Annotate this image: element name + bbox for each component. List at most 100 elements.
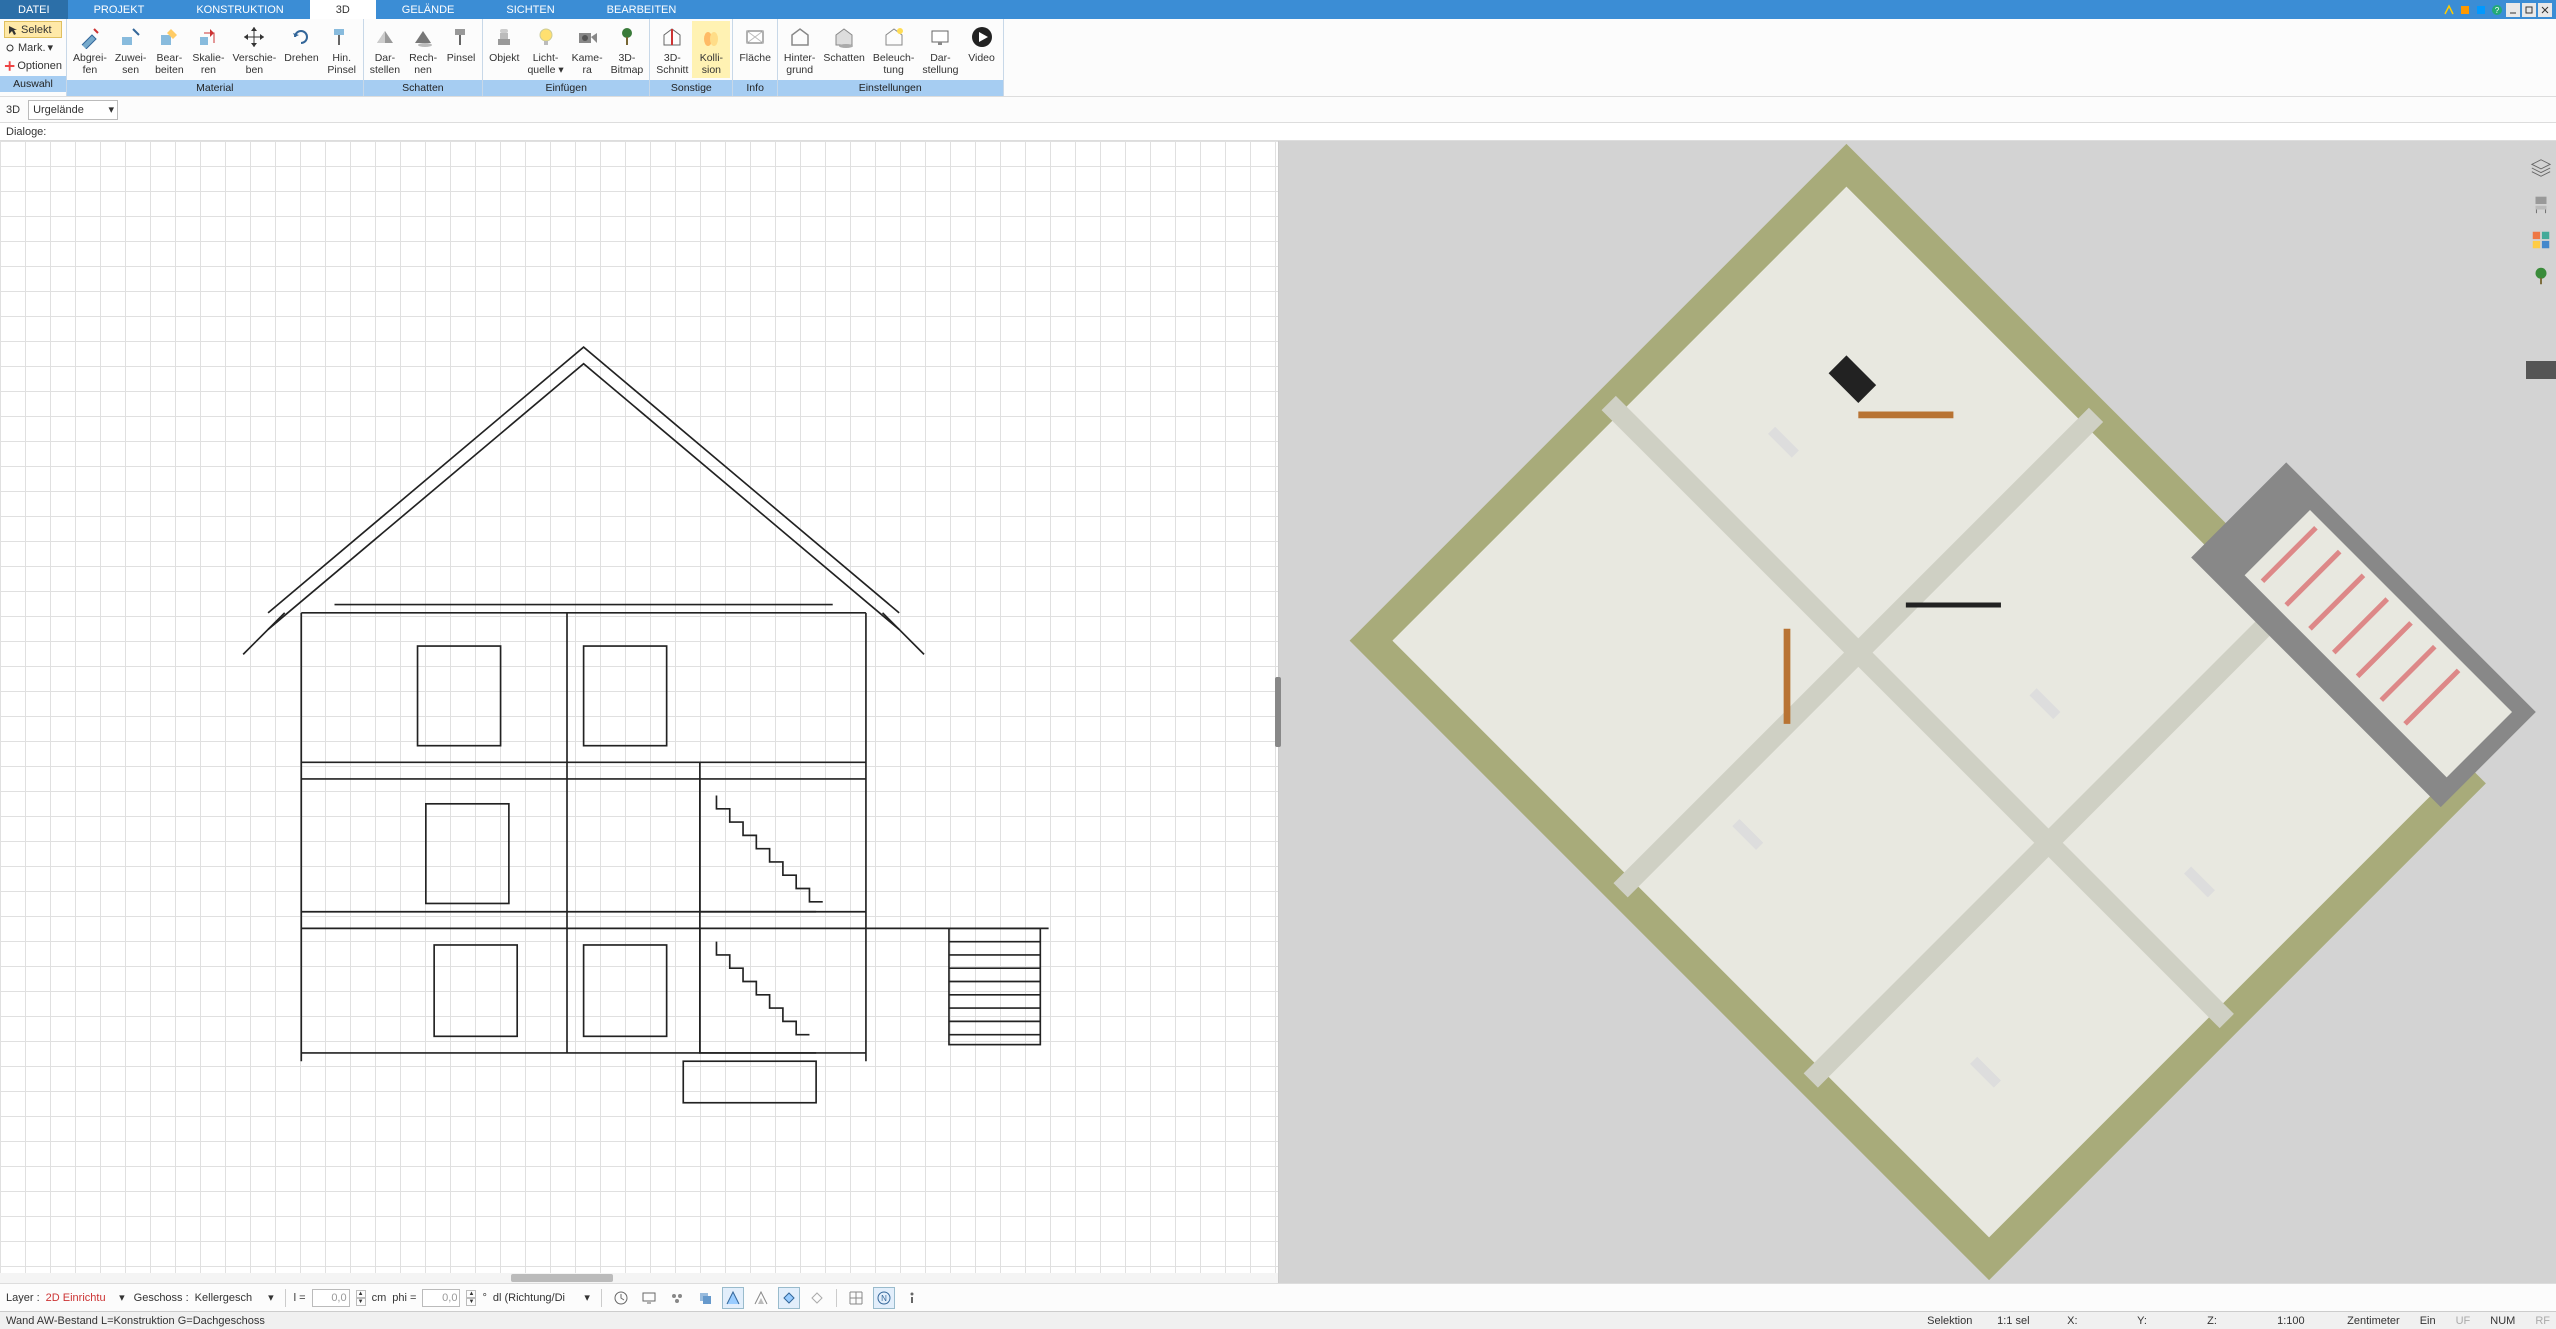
clock-icon[interactable] xyxy=(610,1287,632,1309)
snap4-icon[interactable] xyxy=(806,1287,828,1309)
bitmap3d-button[interactable]: 3D- Bitmap xyxy=(607,21,648,78)
rechnen-button[interactable]: Rech- nen xyxy=(404,21,442,78)
group-label-material: Material xyxy=(67,80,363,96)
darstellung-button[interactable]: Dar- stellung xyxy=(918,21,962,78)
grid-icon[interactable] xyxy=(845,1287,867,1309)
optionen-button[interactable]: Optionen xyxy=(4,57,62,74)
minimize-button[interactable] xyxy=(2506,3,2520,17)
pinsel-button[interactable]: Pinsel xyxy=(442,21,480,66)
menu-tab-datei[interactable]: DATEI xyxy=(0,0,68,19)
selekt-label: Selekt xyxy=(21,24,52,36)
snap3-icon[interactable] xyxy=(778,1287,800,1309)
mode-label: 3D xyxy=(6,104,20,116)
kollision-button[interactable]: Kolli- sion xyxy=(692,21,730,78)
zuweisen-button[interactable]: Zuwei- sen xyxy=(111,21,151,78)
group-label-info: Info xyxy=(733,80,777,96)
side-panel xyxy=(2526,141,2556,379)
schatten-einst-button[interactable]: Schatten xyxy=(819,21,868,66)
menu-bar: DATEI PROJEKT KONSTRUKTION 3D GELÄNDE SI… xyxy=(0,0,2556,19)
hintergrund-button[interactable]: Hinter- grund xyxy=(780,21,820,78)
layers-icon[interactable] xyxy=(2530,157,2552,179)
phi-input[interactable] xyxy=(422,1289,460,1307)
chevron-down-icon: ▾ xyxy=(268,1291,274,1304)
panel-handle[interactable] xyxy=(2526,361,2556,379)
layer-combo[interactable]: Urgelände ▾ xyxy=(28,100,118,120)
ribbon-group-material: Abgrei- fen Zuwei- sen Bear- beiten Skal… xyxy=(67,19,364,96)
menu-tab-projekt[interactable]: PROJEKT xyxy=(68,0,171,19)
menu-tab-3d[interactable]: 3D xyxy=(310,0,376,19)
abgreifen-button[interactable]: Abgrei- fen xyxy=(69,21,111,78)
group-label-auswahl: Auswahl xyxy=(0,76,66,92)
horizontal-scrollbar[interactable] xyxy=(0,1273,1278,1283)
help-icon[interactable]: ? xyxy=(2490,3,2504,17)
ribbon-group-schatten: Dar- stellen Rech- nen Pinsel Schatten xyxy=(364,19,483,96)
dl-select[interactable]: dl (Richtung/Di▾ xyxy=(493,1292,593,1304)
tool-icon-2[interactable] xyxy=(2458,3,2472,17)
tool-icon-3[interactable] xyxy=(2474,3,2488,17)
tool-icon-1[interactable] xyxy=(2442,3,2456,17)
layer-label: Layer : xyxy=(6,1292,40,1304)
info-icon[interactable] xyxy=(901,1287,923,1309)
north-icon[interactable]: N xyxy=(873,1287,895,1309)
objekt-button[interactable]: Objekt xyxy=(485,21,523,66)
darstellen-button[interactable]: Dar- stellen xyxy=(366,21,404,78)
menu-tab-sichten[interactable]: SICHTEN xyxy=(480,0,580,19)
mark-button[interactable]: Mark. ▾ xyxy=(4,39,62,56)
beleuchtung-button[interactable]: Beleuch- tung xyxy=(869,21,918,78)
ribbon-group-info: Fläche Info xyxy=(733,19,778,96)
hinpinsel-button[interactable]: Hin. Pinsel xyxy=(323,21,361,78)
status-num: NUM xyxy=(2490,1315,2515,1327)
skalieren-button[interactable]: Skalie- ren xyxy=(188,21,228,78)
view-2d[interactable] xyxy=(0,141,1279,1283)
schnitt3d-button[interactable]: 3D- Schnitt xyxy=(652,21,692,78)
phi-label: phi = xyxy=(392,1292,416,1304)
menu-tab-gelaende[interactable]: GELÄNDE xyxy=(376,0,481,19)
phi-spinner[interactable]: ▲▼ xyxy=(466,1290,476,1306)
screen-icon[interactable] xyxy=(638,1287,660,1309)
l-label: l = xyxy=(294,1292,306,1304)
svg-text:N: N xyxy=(881,1294,887,1303)
verschieben-button[interactable]: Verschie- ben xyxy=(228,21,280,78)
flaeche-button[interactable]: Fläche xyxy=(735,21,775,66)
sub-toolbar: 3D Urgelände ▾ xyxy=(0,97,2556,123)
ribbon-group-einstellungen: Hinter- grund Schatten Beleuch- tung Dar… xyxy=(778,19,1004,96)
lichtquelle-button[interactable]: Licht- quelle ▾ xyxy=(523,21,567,78)
l-input[interactable] xyxy=(312,1289,350,1307)
snap1-icon[interactable] xyxy=(722,1287,744,1309)
status-unit: Zentimeter xyxy=(2347,1315,2400,1327)
ribbon-group-auswahl: Selekt Mark. ▾ Optionen Auswahl xyxy=(0,19,67,96)
mark-label: Mark. xyxy=(18,42,46,54)
geschoss-label: Geschoss : xyxy=(134,1292,189,1304)
dialoge-label: Dialoge: xyxy=(6,126,46,138)
bearbeiten-button[interactable]: Bear- beiten xyxy=(150,21,188,78)
ribbon-group-einfuegen: Objekt Licht- quelle ▾ Kame- ra 3D- Bitm… xyxy=(483,19,650,96)
menu-tab-konstruktion[interactable]: KONSTRUKTION xyxy=(170,0,309,19)
palette-icon[interactable] xyxy=(2530,229,2552,251)
status-uf: UF xyxy=(2456,1315,2471,1327)
l-spinner[interactable]: ▲▼ xyxy=(356,1290,366,1306)
group-icon[interactable] xyxy=(666,1287,688,1309)
snap2-icon[interactable] xyxy=(750,1287,772,1309)
tree-icon[interactable] xyxy=(2530,265,2552,287)
status-left: Wand AW-Bestand L=Konstruktion G=Dachges… xyxy=(6,1315,265,1327)
drehen-button[interactable]: Drehen xyxy=(280,21,322,66)
workspace xyxy=(0,141,2556,1283)
status-rf: RF xyxy=(2535,1315,2550,1327)
selekt-button[interactable]: Selekt xyxy=(4,21,62,38)
video-button[interactable]: Video xyxy=(963,21,1001,66)
group-label-einstellungen: Einstellungen xyxy=(778,80,1003,96)
geschoss-select[interactable]: Kellergesch▾ xyxy=(195,1292,277,1304)
maximize-button[interactable] xyxy=(2522,3,2536,17)
copy-icon[interactable] xyxy=(694,1287,716,1309)
kamera-button[interactable]: Kame- ra xyxy=(568,21,607,78)
status-sel-ratio: 1:1 sel xyxy=(1997,1315,2047,1327)
chevron-down-icon: ▾ xyxy=(109,103,115,116)
view-splitter[interactable] xyxy=(1275,677,1281,747)
svg-text:?: ? xyxy=(2495,6,2500,15)
menu-tab-bearbeiten[interactable]: BEARBEITEN xyxy=(581,0,703,19)
view-3d[interactable] xyxy=(1279,141,2556,1283)
layer-select[interactable]: 2D Einrichtu▾ xyxy=(46,1292,128,1304)
close-button[interactable] xyxy=(2538,3,2552,17)
chevron-down-icon: ▾ xyxy=(48,41,54,54)
chair-icon[interactable] xyxy=(2530,193,2552,215)
